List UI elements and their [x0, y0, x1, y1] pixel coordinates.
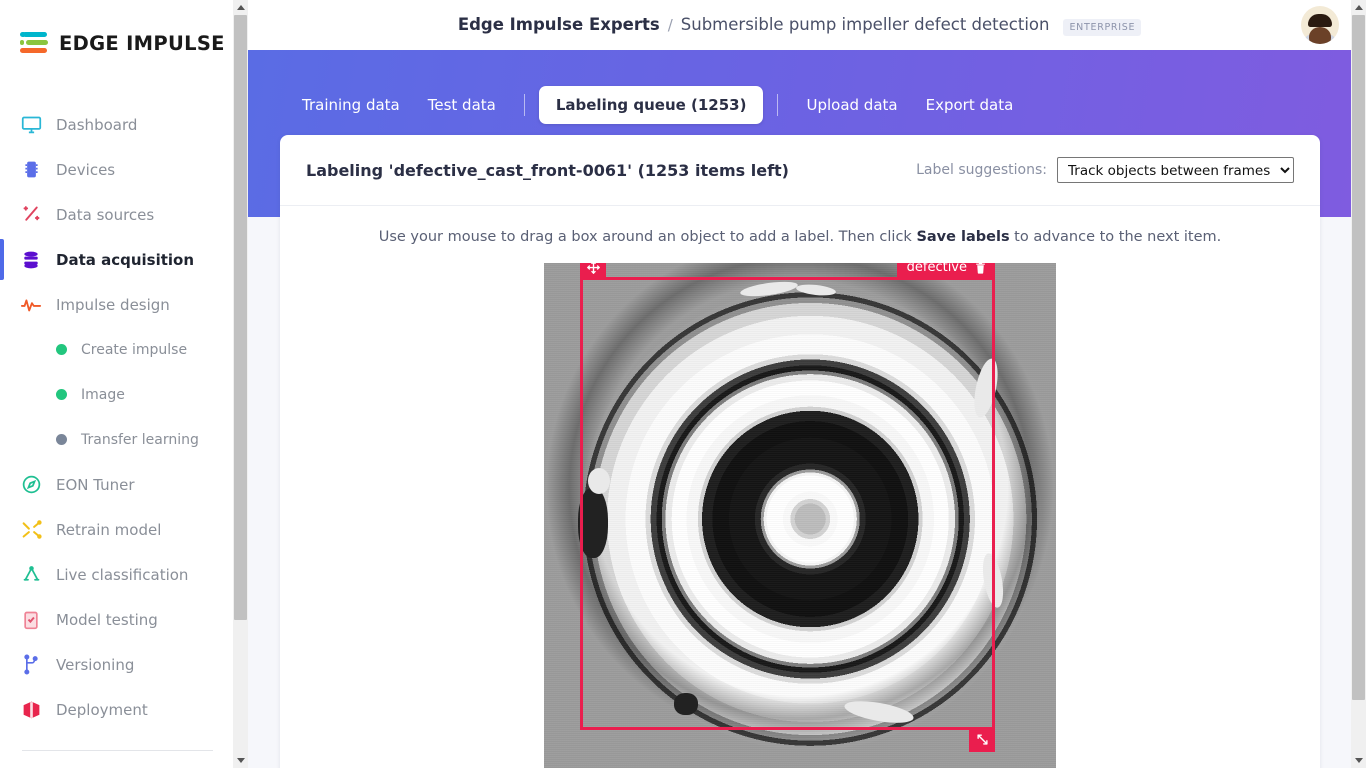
magic-wand-icon: [20, 204, 42, 226]
breadcrumb-project[interactable]: Submersible pump impeller defect detecti…: [681, 15, 1050, 34]
chevron-down-icon: [236, 758, 245, 763]
tab-test-data[interactable]: Test data: [414, 88, 510, 122]
sidebar-scroll-down-button[interactable]: [233, 753, 248, 768]
shuffle-icon: [20, 519, 42, 541]
breadcrumb-separator: /: [667, 15, 673, 34]
window-scroll-thumb[interactable]: [1352, 15, 1365, 700]
instructions-pre: Use your mouse to drag a box around an o…: [378, 229, 917, 245]
clipboard-check-icon: [20, 609, 42, 631]
labeling-canvas[interactable]: defective: [544, 263, 1056, 768]
app-window: EDGE IMPULSE Dashboard Devices Data sour…: [0, 0, 1366, 768]
chevron-up-icon: [1354, 5, 1363, 10]
active-indicator: [0, 239, 4, 280]
sidebar-divider: [22, 750, 213, 751]
sidebar-scroll-up-button[interactable]: [233, 0, 248, 15]
resize-handle-icon[interactable]: [969, 727, 995, 752]
labeling-card: Labeling 'defective_cast_front-0061' (12…: [280, 135, 1320, 768]
sidebar-item-versioning[interactable]: Versioning: [0, 642, 233, 687]
main-content: Edge Impulse Experts / Submersible pump …: [248, 0, 1351, 768]
sidebar-item-image[interactable]: Image: [0, 372, 233, 417]
top-bar: Edge Impulse Experts / Submersible pump …: [248, 0, 1351, 50]
brand-logo[interactable]: EDGE IMPULSE: [0, 0, 233, 62]
avatar-face: [1309, 26, 1331, 44]
git-branch-icon: [20, 654, 42, 676]
tab-export-data[interactable]: Export data: [912, 88, 1028, 122]
status-dot-icon: [56, 344, 67, 355]
sidebar-item-live-classification[interactable]: Live classification: [0, 552, 233, 597]
sidebar-item-label: Image: [81, 386, 125, 403]
avatar-hair: [1308, 14, 1332, 28]
sidebar: EDGE IMPULSE Dashboard Devices Data sour…: [0, 0, 233, 768]
sidebar-item-create-impulse[interactable]: Create impulse: [0, 327, 233, 372]
window-scroll-up-button[interactable]: [1351, 0, 1366, 15]
breadcrumb: Edge Impulse Experts / Submersible pump …: [458, 15, 1142, 36]
label-suggestions-select[interactable]: Track objects between frames Classify us…: [1057, 157, 1294, 183]
tab-upload-data[interactable]: Upload data: [792, 88, 911, 122]
instructions-post: to advance to the next item.: [1009, 229, 1222, 245]
sidebar-item-label: Deployment: [56, 700, 148, 719]
label-suggestions-label: Label suggestions:: [916, 162, 1047, 178]
sidebar-item-label: Live classification: [56, 565, 189, 584]
breadcrumb-organization[interactable]: Edge Impulse Experts: [458, 15, 660, 34]
move-handle-icon[interactable]: [580, 263, 606, 280]
annotation-label: defective: [906, 263, 967, 275]
sidebar-item-label: Impulse design: [56, 295, 170, 314]
sidebar-item-label: Devices: [56, 160, 116, 179]
chip-icon: [20, 159, 42, 181]
network-icon: [20, 564, 42, 586]
sidebar-item-data-acquisition[interactable]: Data acquisition: [0, 237, 233, 282]
labeling-card-header: Labeling 'defective_cast_front-0061' (12…: [280, 135, 1320, 206]
instructions-text: Use your mouse to drag a box around an o…: [280, 206, 1320, 245]
sidebar-item-transfer-learning[interactable]: Transfer learning: [0, 417, 233, 462]
sidebar-item-label: Model testing: [56, 610, 158, 629]
edge-impulse-logo-icon: [20, 31, 50, 55]
status-dot-icon: [56, 389, 67, 400]
database-icon: [20, 249, 42, 271]
sidebar-item-label: Dashboard: [56, 115, 138, 134]
tab-labeling-queue[interactable]: Labeling queue (1253): [538, 86, 764, 124]
label-suggestions-group: Label suggestions: Track objects between…: [916, 157, 1294, 183]
sidebar-item-eon-tuner[interactable]: EON Tuner: [0, 462, 233, 507]
sidebar-scroll-thumb[interactable]: [234, 15, 247, 620]
sidebar-scrollbar[interactable]: [233, 0, 248, 768]
enterprise-badge: ENTERPRISE: [1063, 18, 1142, 36]
tab-divider: [777, 94, 779, 116]
sidebar-item-data-sources[interactable]: Data sources: [0, 192, 233, 237]
status-dot-icon: [56, 434, 67, 445]
bounding-box[interactable]: defective: [580, 263, 995, 752]
sidebar-item-label: Transfer learning: [81, 431, 199, 448]
sidebar-item-label: EON Tuner: [56, 475, 135, 494]
status-badge[interactable]: defective: [896, 263, 995, 280]
package-icon: [20, 699, 42, 721]
page-title: Labeling 'defective_cast_front-0061' (12…: [306, 160, 789, 180]
window-scrollbar[interactable]: [1351, 0, 1366, 768]
trash-icon[interactable]: [974, 263, 987, 275]
sidebar-item-label: Versioning: [56, 655, 135, 674]
sidebar-item-retrain-model[interactable]: Retrain model: [0, 507, 233, 552]
sidebar-item-label: Create impulse: [81, 341, 188, 358]
tab-divider: [523, 94, 525, 116]
data-tabs: Training data Test data Labeling queue (…: [248, 50, 1351, 124]
sidebar-item-deployment[interactable]: Deployment: [0, 687, 233, 732]
sidebar-item-impulse-design[interactable]: Impulse design: [0, 282, 233, 327]
monitor-icon: [20, 114, 42, 136]
tab-training-data[interactable]: Training data: [288, 88, 414, 122]
waveform-icon: [20, 294, 42, 316]
chevron-up-icon: [236, 5, 245, 10]
compass-icon: [20, 474, 42, 496]
brand-name: EDGE IMPULSE: [59, 31, 225, 55]
sidebar-item-label: Data sources: [56, 205, 155, 224]
instructions-emphasis: Save labels: [916, 229, 1010, 245]
sidebar-item-label: Retrain model: [56, 520, 162, 539]
chevron-down-icon: [1354, 758, 1363, 763]
sidebar-item-devices[interactable]: Devices: [0, 147, 233, 192]
sidebar-item-label: Data acquisition: [56, 250, 195, 269]
sidebar-item-dashboard[interactable]: Dashboard: [0, 102, 233, 147]
sidebar-item-model-testing[interactable]: Model testing: [0, 597, 233, 642]
sidebar-nav: Dashboard Devices Data sources Data acqu…: [0, 102, 233, 751]
avatar[interactable]: [1301, 6, 1339, 44]
window-scroll-down-button[interactable]: [1351, 753, 1366, 768]
